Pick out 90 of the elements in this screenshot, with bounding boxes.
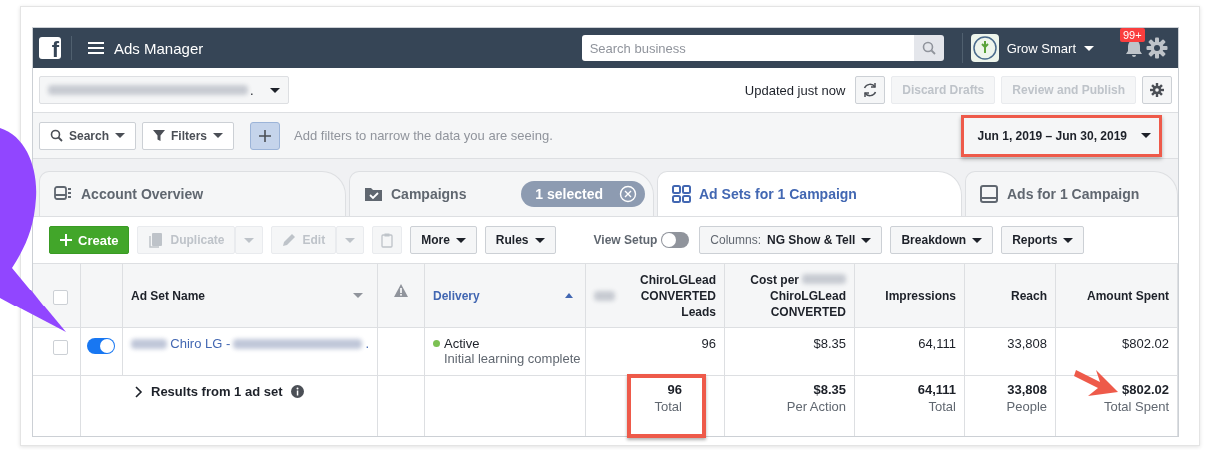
clipboard-icon xyxy=(381,232,394,248)
funnel-icon xyxy=(153,129,166,142)
summary-caption: Total xyxy=(928,399,956,414)
column-header[interactable]: ChiroLGLead CONVERTED Leads xyxy=(617,271,716,320)
refresh-button[interactable] xyxy=(855,76,886,104)
checkbox[interactable] xyxy=(53,340,68,355)
ad-set-name-link[interactable]: Chiro LG - xyxy=(170,336,231,351)
summary-value: 96 xyxy=(667,382,682,397)
account-name[interactable]: Grow Smart xyxy=(1006,40,1076,56)
caret-icon xyxy=(972,237,983,243)
summary-value: 33,808 xyxy=(1007,382,1047,397)
name-suffix: . xyxy=(365,336,369,351)
menu-icon[interactable] xyxy=(88,41,104,55)
caret-icon xyxy=(1063,237,1074,243)
tab[interactable]: Ad Sets for 1 Campaign xyxy=(657,171,962,216)
column-header[interactable]: Impressions xyxy=(885,288,956,303)
account-selector[interactable]: . xyxy=(39,76,289,104)
tab[interactable]: Ads for 1 Campaign xyxy=(965,171,1178,216)
folder-icon xyxy=(364,185,383,203)
sort-ascending-icon[interactable] xyxy=(565,293,573,298)
notification-badge: 99+ xyxy=(1120,28,1145,42)
filter-hint: Add filters to narrow the data you are seeing. xyxy=(294,128,553,143)
caret-icon xyxy=(861,237,872,243)
caret-icon xyxy=(353,293,363,298)
menu-button[interactable]: Columns: NG Show & Tell xyxy=(699,226,883,254)
search-button[interactable]: Search xyxy=(39,121,137,150)
plus-icon xyxy=(259,129,272,142)
checkbox[interactable] xyxy=(53,290,68,305)
caret-icon xyxy=(534,237,545,243)
plus-icon xyxy=(60,234,72,246)
summary-caption: Total xyxy=(654,399,682,414)
menu-button[interactable]: Rules xyxy=(484,226,556,254)
refresh-icon xyxy=(862,82,879,98)
column-header[interactable]: Reach xyxy=(1010,288,1047,303)
panel-icon xyxy=(54,185,73,203)
toggle-switch[interactable] xyxy=(661,232,690,248)
panel-icon xyxy=(980,185,999,203)
caret-icon xyxy=(1084,45,1094,51)
caret-icon xyxy=(345,237,356,243)
caret-icon xyxy=(1141,133,1151,138)
menu-button[interactable]: Breakdown xyxy=(890,226,994,254)
column-header[interactable]: Amount Spent xyxy=(1087,288,1169,303)
info-icon[interactable] xyxy=(290,385,304,398)
warning-icon xyxy=(394,284,408,297)
table-cell: 33,808 xyxy=(1007,336,1047,351)
settings-icon xyxy=(1150,83,1164,97)
tab[interactable]: Account Overview xyxy=(39,171,346,216)
add-filter-button[interactable] xyxy=(250,121,281,150)
search-icon xyxy=(50,129,63,142)
toggle-switch[interactable] xyxy=(87,338,115,354)
summary-caption: Total Spent xyxy=(1103,399,1169,414)
caret-icon xyxy=(213,133,224,138)
summary-caption: People xyxy=(1006,399,1047,414)
column-header[interactable]: ChiroLGLead CONVERTED xyxy=(733,287,846,320)
toggle-label: View Setup xyxy=(593,233,658,247)
avatar[interactable] xyxy=(970,34,999,62)
settings-icon[interactable] xyxy=(1146,37,1168,59)
delivery-status: Active xyxy=(444,336,480,351)
chevron-right-icon[interactable] xyxy=(135,385,143,398)
menu-button[interactable]: Reports xyxy=(1001,226,1085,254)
summary-value: $802.02 xyxy=(1122,382,1169,397)
filter-button[interactable]: Filters xyxy=(142,121,235,150)
table-cell: $802.02 xyxy=(1122,336,1169,351)
account-name-suffix: . xyxy=(250,82,254,98)
table-cell: $8.35 xyxy=(813,336,846,351)
column-header[interactable]: Ad Set Name xyxy=(131,288,353,303)
table-cell: 64,111 xyxy=(918,336,956,351)
settings-button[interactable] xyxy=(1142,76,1172,104)
update-status: Updated just now xyxy=(744,82,846,98)
caret-icon xyxy=(115,133,126,138)
summary-caption: Per Action xyxy=(786,399,846,414)
table-cell: 96 xyxy=(701,336,716,351)
caret-icon xyxy=(244,237,255,243)
search-field[interactable]: Search business xyxy=(581,35,914,61)
pencil-icon xyxy=(282,233,297,247)
summary-value: 64,111 xyxy=(917,382,956,397)
summary-value: $8.35 xyxy=(813,382,846,397)
copy-icon xyxy=(148,232,165,248)
tab[interactable]: Campaigns 1 selected xyxy=(349,171,654,216)
column-header[interactable]: Delivery xyxy=(433,288,565,303)
menu-button[interactable]: More xyxy=(410,226,477,254)
caret-icon xyxy=(455,237,466,243)
caret-icon xyxy=(270,87,280,93)
grid-icon xyxy=(672,185,691,203)
blurred-text xyxy=(131,338,168,349)
column-header[interactable]: Cost per xyxy=(750,272,799,287)
logo: f xyxy=(39,37,61,59)
clear-icon[interactable] xyxy=(619,185,637,203)
app-title: Ads Manager xyxy=(114,39,204,57)
summary-label: Results from 1 ad set xyxy=(151,384,283,399)
